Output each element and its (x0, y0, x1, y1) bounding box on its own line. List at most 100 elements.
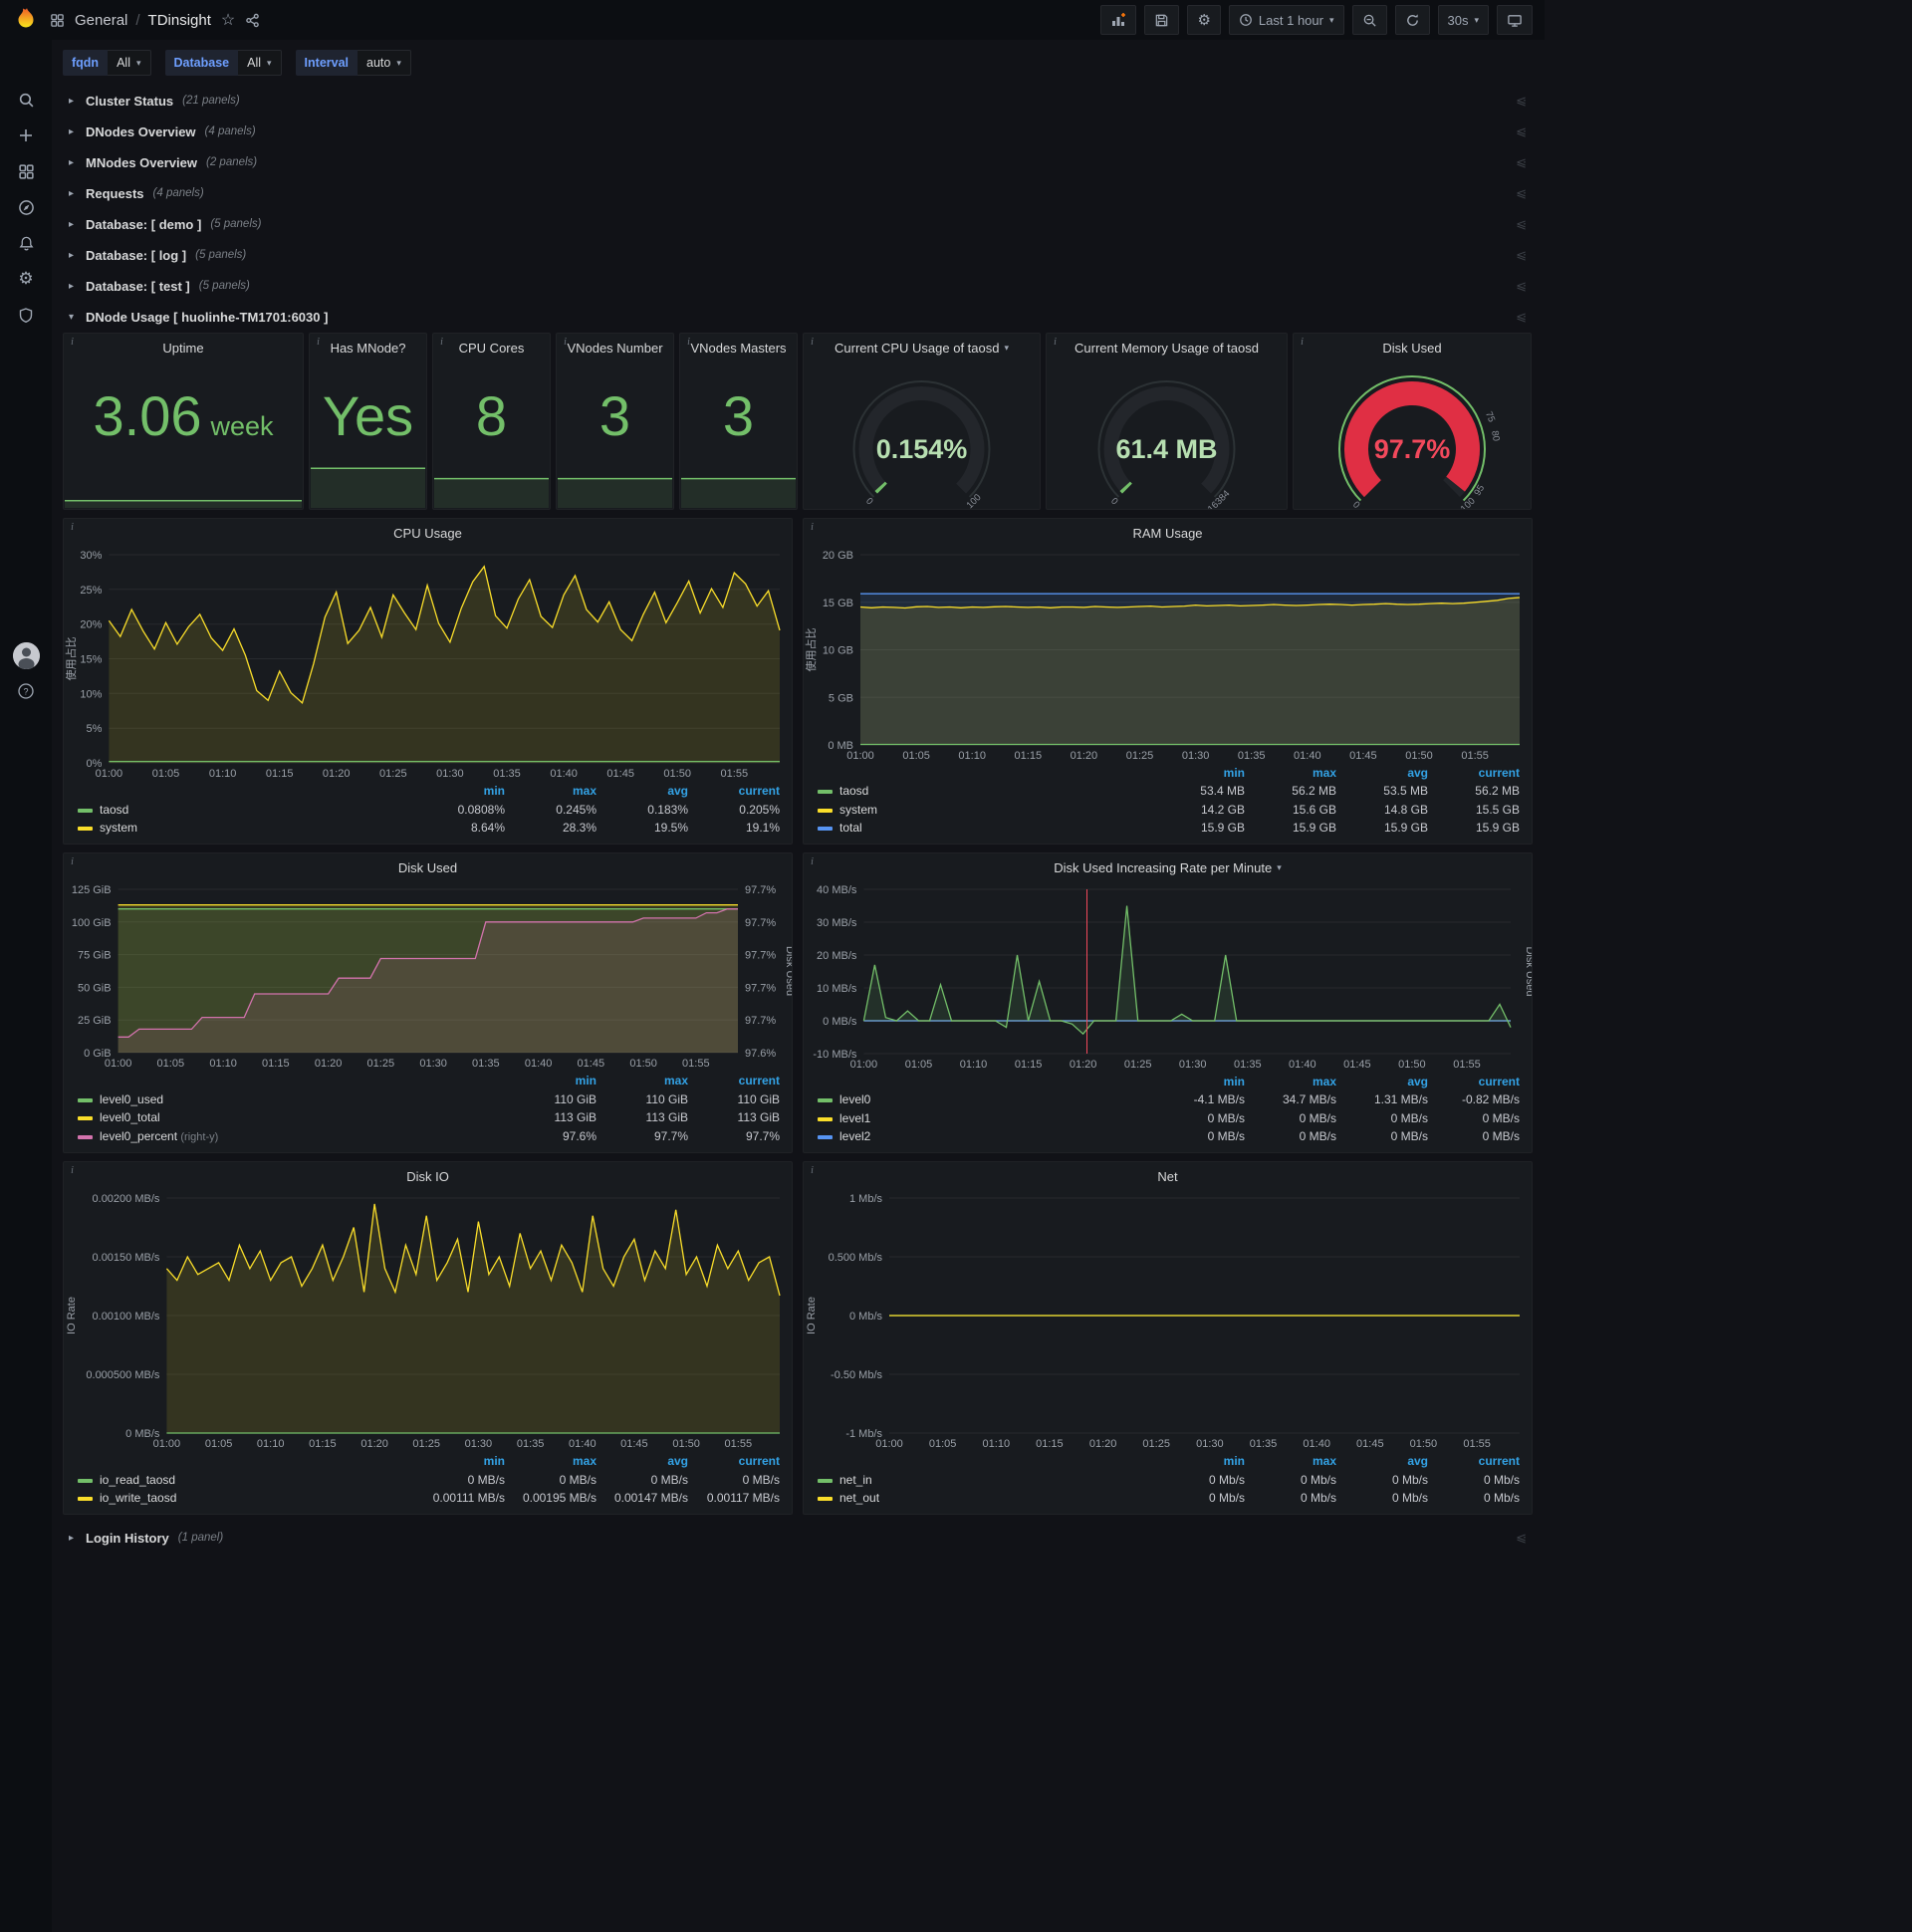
panel-header[interactable]: i Disk IO (64, 1162, 792, 1190)
sidebar-dashboards[interactable] (0, 153, 52, 189)
sidebar-help[interactable]: ? (0, 673, 52, 709)
dashboard-row-header[interactable]: ▸ Database: [ log ] (5 panels) ⩿ (63, 240, 1533, 270)
panel-info-icon[interactable]: i (558, 335, 573, 350)
panel-info-icon[interactable]: i (805, 1163, 820, 1178)
panel-header[interactable]: i Current CPU Usage of taosd ▾ (804, 334, 1040, 362)
sidebar-alerting[interactable] (0, 225, 52, 261)
panel-info-icon[interactable]: i (805, 854, 820, 869)
dashboard-row-header[interactable]: ▸ Requests (4 panels) ⩿ (63, 178, 1533, 208)
variable-label[interactable]: Interval (295, 50, 358, 76)
row-drag-handle[interactable]: ⩿ (1516, 247, 1527, 263)
row-drag-handle[interactable]: ⩿ (1516, 185, 1527, 201)
panel-header[interactable]: i CPU Usage (64, 519, 792, 547)
share-icon[interactable] (245, 13, 260, 28)
legend-item[interactable]: net_in (818, 1471, 1153, 1490)
dashboard-settings-button[interactable]: ⚙ (1187, 5, 1221, 35)
panel-info-icon[interactable]: i (311, 335, 326, 350)
sidebar-configuration[interactable]: ⚙ (0, 261, 52, 297)
panel-info-icon[interactable]: i (65, 1163, 80, 1178)
panel-header[interactable]: i Current Memory Usage of taosd (1047, 334, 1287, 362)
sidebar-explore[interactable] (0, 189, 52, 225)
panel-header[interactable]: i CPU Cores (433, 334, 550, 362)
variable-value-dropdown[interactable]: All ▾ (108, 50, 151, 76)
chart-plot-area[interactable]: 0 GiB 97.6% 25 GiB 97.7% 50 GiB 97.7% 75 GiB 97… (64, 881, 796, 1071)
legend-series-color (818, 790, 833, 795)
panel-info-icon[interactable]: i (65, 335, 80, 350)
svg-text:01:45: 01:45 (1349, 750, 1377, 762)
chart-plot-area[interactable]: 0 MB 5 GB 10 GB 15 GB 20 GB 01:00 01:05 01:10 01… (804, 547, 1532, 763)
grafana-logo[interactable] (12, 6, 40, 34)
panel-info-icon[interactable]: i (434, 335, 449, 350)
panel-header[interactable]: i RAM Usage (804, 519, 1532, 547)
legend-item[interactable]: level1 (818, 1109, 1153, 1128)
refresh-button[interactable] (1394, 5, 1430, 35)
legend-item[interactable]: level0 (818, 1090, 1153, 1109)
sidebar-profile[interactable] (0, 637, 52, 673)
variable-value-dropdown[interactable]: All ▾ (238, 50, 282, 76)
dashboard-row-header[interactable]: ▸ Database: [ demo ] (5 panels) ⩿ (63, 209, 1533, 239)
legend-item[interactable]: system (818, 801, 1153, 820)
panel-info-icon[interactable]: i (1295, 335, 1310, 350)
legend-item[interactable]: level0_total (78, 1108, 505, 1127)
panel-header[interactable]: i Has MNode? (310, 334, 426, 362)
legend-item[interactable]: io_write_taosd (78, 1489, 413, 1508)
panel-info-icon[interactable]: i (65, 854, 80, 869)
dashboard-row-header[interactable]: ▸ Database: [ test ] (5 panels) ⩿ (63, 271, 1533, 301)
panel-header[interactable]: i Disk Used (64, 853, 792, 881)
legend-item[interactable]: level0_used (78, 1090, 505, 1109)
row-drag-handle[interactable]: ⩿ (1516, 1530, 1527, 1546)
chart-plot-area[interactable]: 0 MB/s 0.000500 MB/s 0.00100 MB/s 0.00150 M… (64, 1190, 792, 1451)
legend-item[interactable]: net_out (818, 1489, 1153, 1508)
page-title[interactable]: TDinsight (148, 12, 211, 29)
panel-header[interactable]: i Net (804, 1162, 1532, 1190)
legend-item[interactable]: total (818, 819, 1153, 838)
sidebar-search[interactable] (0, 82, 52, 118)
panel-menu-caret[interactable]: ▾ (1004, 343, 1009, 354)
row-drag-handle[interactable]: ⩿ (1516, 216, 1527, 232)
panel-header[interactable]: i Uptime (64, 334, 303, 362)
breadcrumb-folder[interactable]: General (75, 12, 127, 29)
row-drag-handle[interactable]: ⩿ (1516, 93, 1527, 109)
panel-info-icon[interactable]: i (1048, 335, 1063, 350)
legend-item[interactable]: taosd (818, 782, 1153, 801)
add-panel-button[interactable] (1100, 5, 1137, 35)
panel-header[interactable]: i Disk Used Increasing Rate per Minute ▾ (804, 853, 1532, 881)
row-drag-handle[interactable]: ⩿ (1516, 154, 1527, 170)
panel-menu-caret[interactable]: ▾ (1277, 862, 1282, 873)
panel-info-icon[interactable]: i (65, 520, 80, 535)
dashboard-row-header[interactable]: ▸ Login History (1 panel) ⩿ (63, 1523, 1533, 1553)
chart-plot-area[interactable]: 0% 5% 10% 15% 20% 25% 30% 01:00 01:05 01:10 01:15 0… (64, 547, 792, 781)
zoom-out-button[interactable] (1351, 5, 1387, 35)
sidebar-create[interactable] (0, 118, 52, 153)
row-drag-handle[interactable]: ⩿ (1516, 123, 1527, 139)
panel-info-icon[interactable]: i (805, 520, 820, 535)
panel-header[interactable]: i Disk Used (1294, 334, 1531, 362)
legend-item[interactable]: level2 (818, 1127, 1153, 1146)
dashboard-row-header[interactable]: ▸ DNodes Overview (4 panels) ⩿ (63, 117, 1533, 146)
variable-label[interactable]: Database (164, 50, 239, 76)
refresh-interval-select[interactable]: 30s ▾ (1437, 5, 1489, 35)
row-drag-handle[interactable]: ⩿ (1516, 309, 1527, 325)
legend-item[interactable]: system (78, 819, 413, 838)
chart-plot-area[interactable]: -10 MB/s 0 MB/s 10 MB/s 20 MB/s 30 MB/s 40 MB… (804, 881, 1536, 1072)
legend-item[interactable]: level0_percent (right-y) (78, 1127, 505, 1146)
row-dnode-usage-header[interactable]: ▾ DNode Usage [ huolinhe-TM1701:6030 ] ⩿ (63, 302, 1533, 332)
panel-header[interactable]: i VNodes Masters (680, 334, 797, 362)
dashboard-row-header[interactable]: ▸ MNodes Overview (2 panels) ⩿ (63, 147, 1533, 177)
legend-item[interactable]: taosd (78, 801, 413, 820)
variable-value-dropdown[interactable]: auto ▾ (358, 50, 411, 76)
dashboard-row-header[interactable]: ▸ Cluster Status (21 panels) ⩿ (63, 86, 1533, 116)
star-icon[interactable]: ☆ (221, 10, 235, 30)
tv-mode-button[interactable] (1497, 5, 1533, 35)
sidebar-server-admin[interactable] (0, 297, 52, 333)
svg-text:0: 0 (1108, 496, 1120, 508)
panel-info-icon[interactable]: i (681, 335, 696, 350)
chart-plot-area[interactable]: -1 Mb/s -0.50 Mb/s 0 Mb/s 0.500 Mb/s 1 Mb/s 0… (804, 1190, 1532, 1451)
panel-info-icon[interactable]: i (805, 335, 820, 350)
row-drag-handle[interactable]: ⩿ (1516, 278, 1527, 294)
save-dashboard-button[interactable] (1144, 5, 1180, 35)
variable-label[interactable]: fqdn (63, 50, 109, 76)
panel-header[interactable]: i VNodes Number (557, 334, 673, 362)
legend-item[interactable]: io_read_taosd (78, 1471, 413, 1490)
time-range-picker[interactable]: Last 1 hour ▾ (1228, 5, 1344, 35)
